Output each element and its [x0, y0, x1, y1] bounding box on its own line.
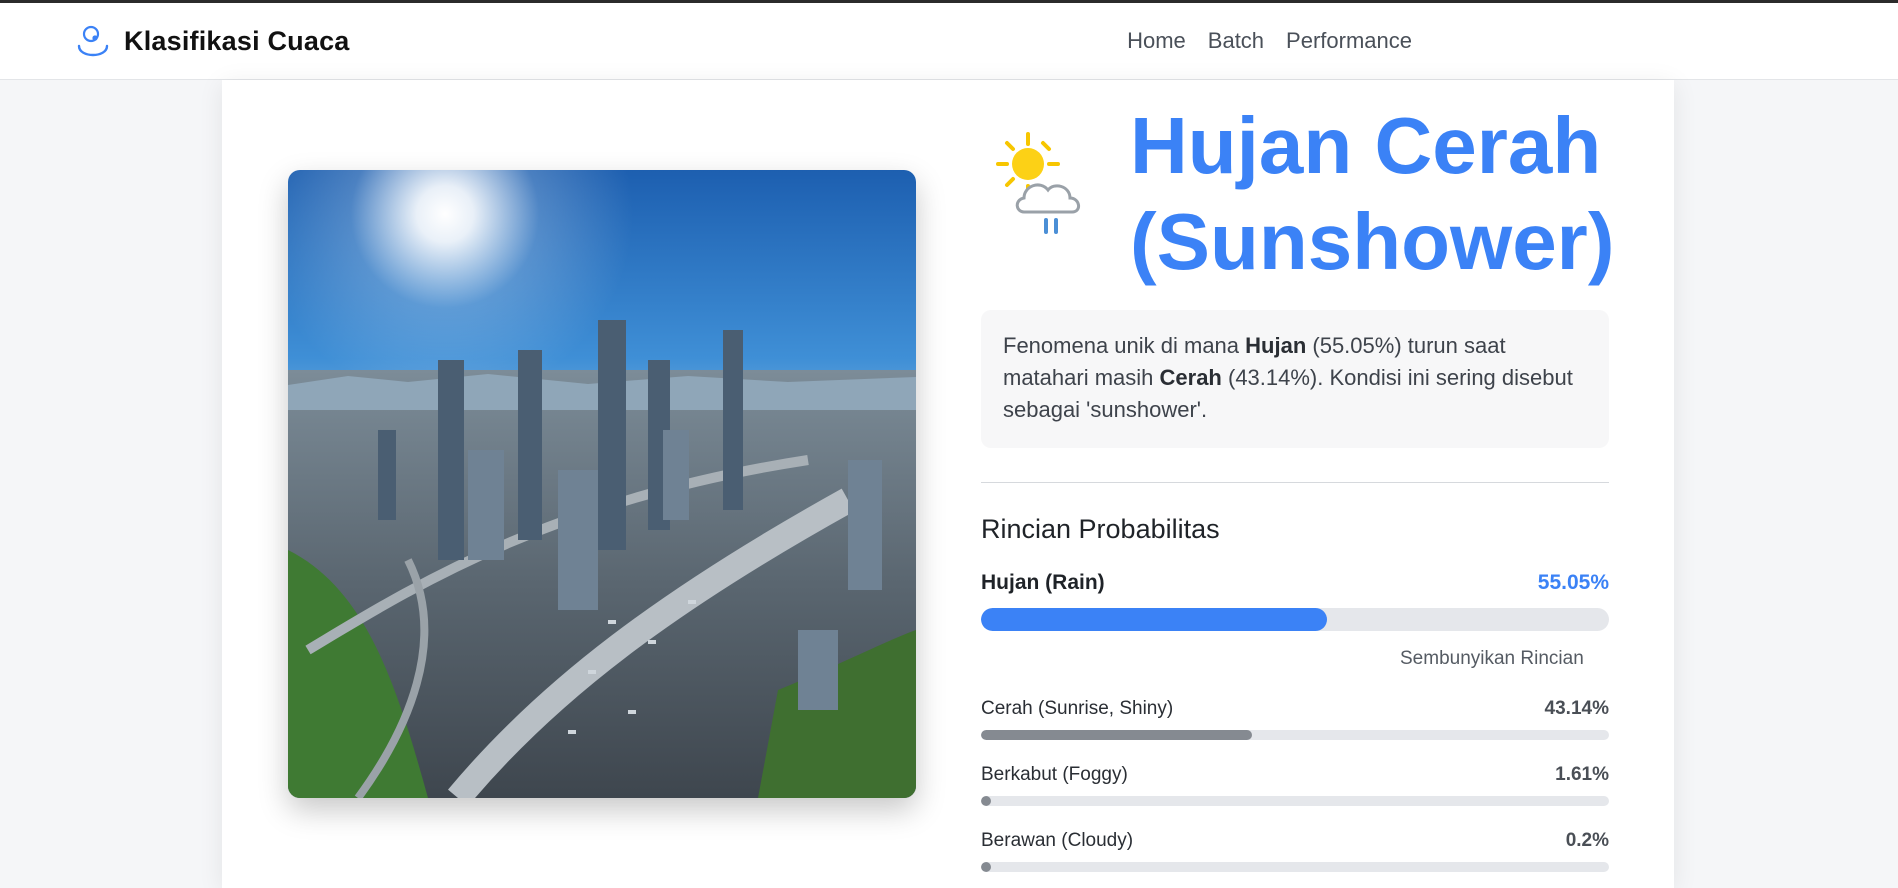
app-title: Klasifikasi Cuaca [124, 25, 350, 56]
nav-links: Home Batch Performance [1127, 28, 1412, 54]
result-description: Fenomena unik di mana Hujan (55.05%) tur… [981, 310, 1609, 448]
detail-label: Berkabut (Foggy) [981, 764, 1128, 785]
top-probability-bar-fill [981, 608, 1327, 631]
detail-label: Cerah (Sunrise, Shiny) [981, 698, 1174, 719]
city-skyline-photo [288, 170, 916, 798]
uploaded-image [288, 170, 916, 798]
detail-bar [981, 862, 1609, 872]
nav-home-link[interactable]: Home [1127, 28, 1186, 54]
hide-details-link[interactable]: Sembunyikan Rincian [1400, 648, 1584, 670]
top-probability-label: Hujan (Rain) [981, 571, 1105, 594]
probability-heading: Rincian Probabilitas [981, 514, 1220, 544]
sun-behind-rain-cloud-icon [996, 132, 1080, 234]
nav-batch-link[interactable]: Batch [1208, 28, 1264, 54]
result-title-line2: (Sunshower) [1130, 197, 1615, 286]
desc-part1: Fenomena unik di mana [1003, 333, 1246, 358]
detail-item-cloudy: Berawan (Cloudy) 0.2% [981, 830, 1609, 872]
desc-bold-sunny: Cerah [1159, 365, 1222, 390]
detail-bar-fill [981, 796, 992, 806]
top-probability-percent: 55.05% [1537, 571, 1609, 594]
navbar: Klasifikasi Cuaca Home Batch Performance [0, 3, 1898, 80]
detail-percent: 0.2% [1565, 830, 1609, 851]
detail-item-sunny: Cerah (Sunrise, Shiny) 43.14% [981, 698, 1609, 740]
detail-bar [981, 730, 1609, 740]
detail-label: Berawan (Cloudy) [981, 830, 1134, 851]
nav-performance-link[interactable]: Performance [1286, 28, 1412, 54]
top-probability-row: Hujan (Rain) 55.05% [981, 571, 1609, 595]
top-probability-bar [981, 608, 1609, 631]
result-title: Hujan Cerah (Sunshower) [1130, 98, 1670, 290]
detail-percent: 1.61% [1555, 764, 1609, 785]
weather-logo-icon [77, 25, 109, 57]
section-divider [981, 482, 1609, 483]
detail-bar [981, 796, 1609, 806]
detail-bar-fill [981, 862, 991, 872]
detail-item-foggy: Berkabut (Foggy) 1.61% [981, 764, 1609, 806]
desc-bold-rain: Hujan [1245, 333, 1307, 358]
detail-bar-fill [981, 730, 1252, 740]
result-title-line1: Hujan Cerah [1130, 101, 1602, 190]
detail-percent: 43.14% [1544, 698, 1609, 719]
brand[interactable]: Klasifikasi Cuaca [74, 22, 350, 60]
